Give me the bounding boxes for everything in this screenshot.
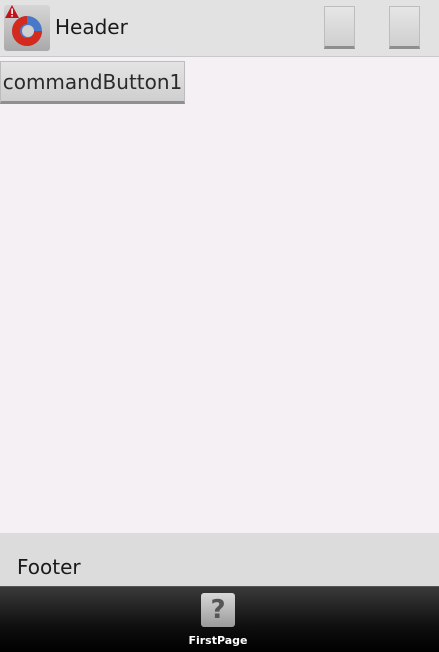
tab-label: FirstPage: [188, 634, 248, 647]
tab-first-page[interactable]: ? FirstPage: [180, 587, 260, 652]
question-mark-icon: ?: [201, 593, 235, 627]
header-action-button-1[interactable]: [324, 6, 355, 49]
header-action-button-2[interactable]: [389, 6, 420, 49]
app-screen: Header commandButton1 Footer ? FirstPage: [0, 0, 439, 652]
bottom-tab-bar: ? FirstPage: [0, 586, 439, 652]
app-logo-icon[interactable]: [4, 5, 50, 51]
command-button-1[interactable]: commandButton1: [0, 61, 185, 104]
footer-label: Footer: [17, 555, 81, 579]
header-bar: Header: [0, 0, 439, 57]
footer-bar: Footer: [0, 533, 439, 586]
header-title: Header: [55, 15, 128, 39]
